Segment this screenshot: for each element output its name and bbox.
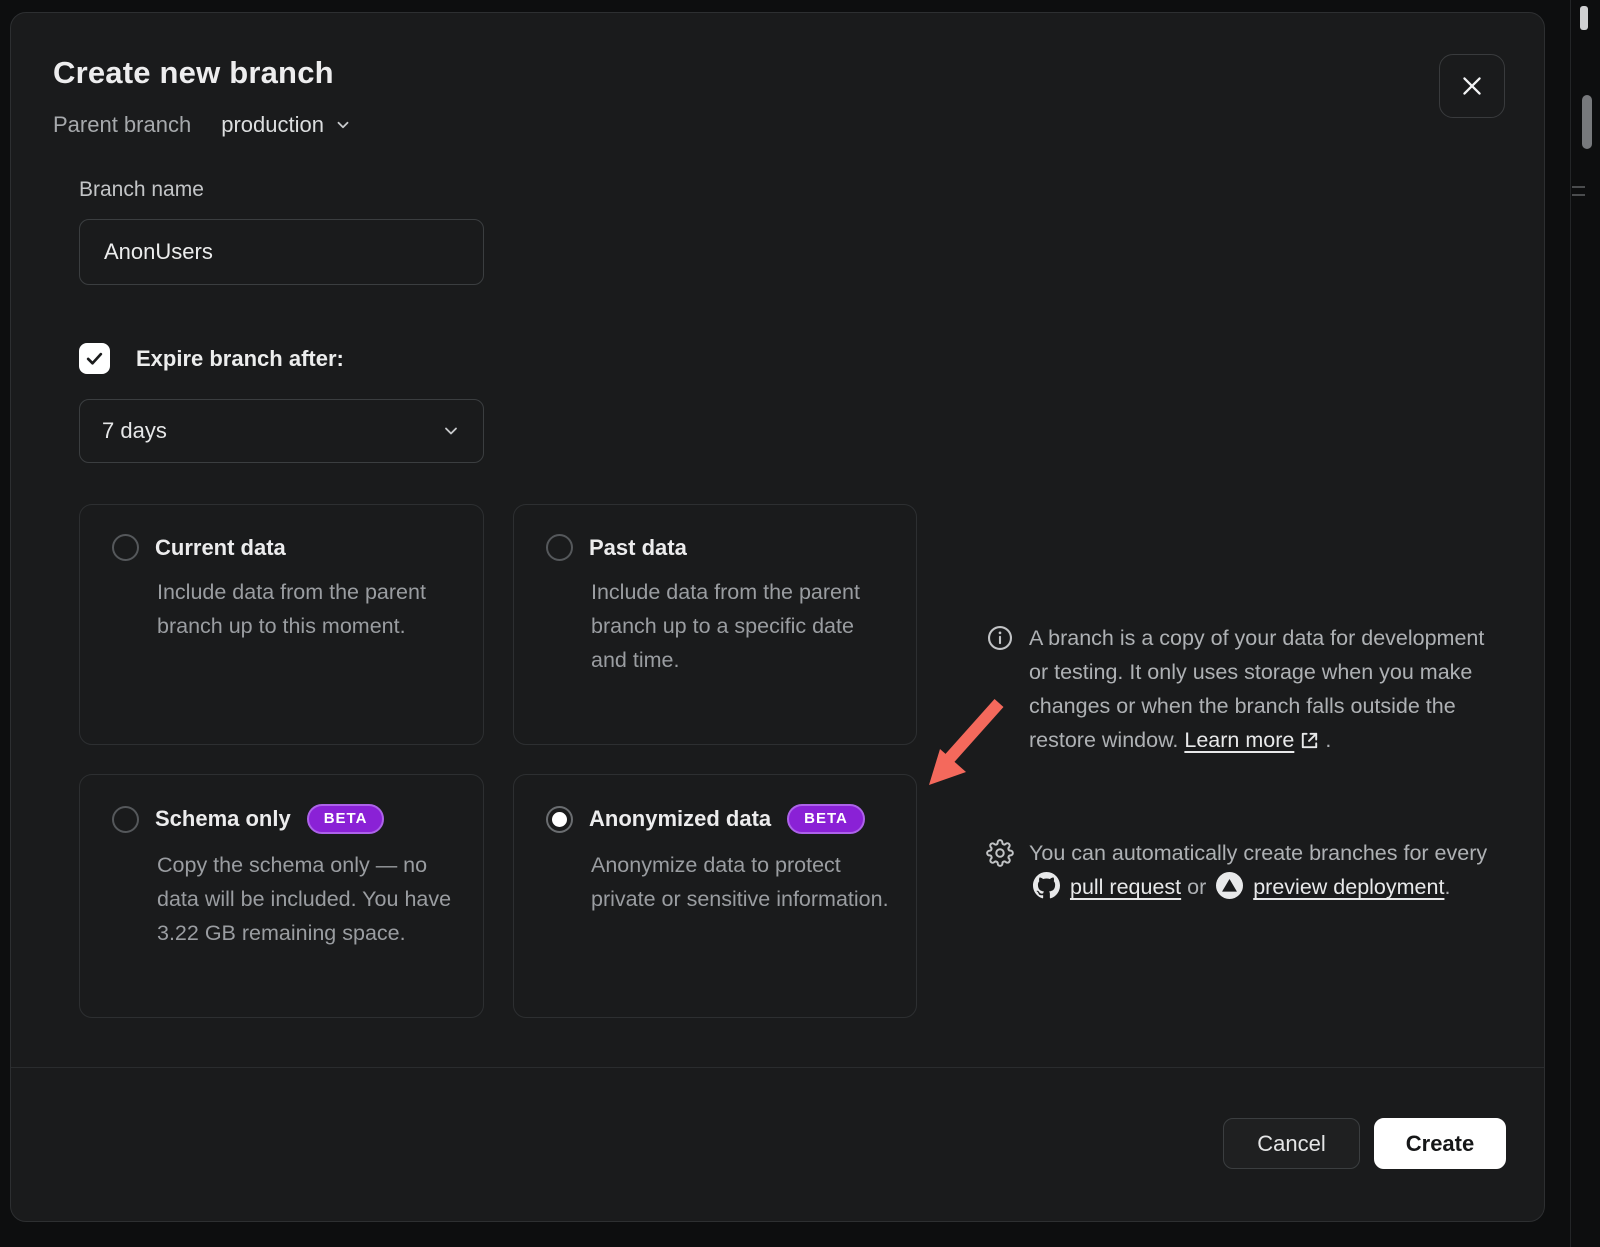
option-title: Schema only <box>155 806 291 832</box>
vercel-icon <box>1216 872 1243 899</box>
create-branch-dialog: Create new branch Parent branch producti… <box>10 12 1545 1222</box>
background-scrollbar-top <box>1580 6 1588 30</box>
or-text: or <box>1187 875 1206 899</box>
branch-name-label: Branch name <box>79 178 204 202</box>
expire-duration-select[interactable]: 7 days <box>79 399 484 463</box>
preview-deployment-link[interactable]: preview deployment <box>1253 875 1444 899</box>
branch-info-note: A branch is a copy of your data for deve… <box>986 621 1498 757</box>
sentence-period: . <box>1444 875 1450 899</box>
background-page-edge <box>1570 0 1571 1247</box>
dialog-title: Create new branch <box>53 55 334 91</box>
cancel-button[interactable]: Cancel <box>1223 1118 1360 1169</box>
footer-divider <box>11 1067 1544 1068</box>
auto-branch-text: You can automatically create branches fo… <box>1029 841 1487 865</box>
beta-badge: BETA <box>307 804 385 834</box>
chevron-down-icon <box>334 116 352 134</box>
parent-branch-select[interactable]: production <box>221 112 352 138</box>
parent-branch-label: Parent branch <box>53 112 191 138</box>
option-title: Anonymized data <box>589 806 771 832</box>
option-description: Copy the schema only — no data will be i… <box>157 848 459 950</box>
option-past-data[interactable]: Past data Include data from the parent b… <box>513 504 917 745</box>
expire-label: Expire branch after: <box>136 346 344 372</box>
expire-row: Expire branch after: <box>79 343 344 374</box>
parent-branch-row: Parent branch production <box>53 112 352 138</box>
background-scrollbar-thumb[interactable] <box>1582 95 1592 149</box>
option-description: Anonymize data to protect private or sen… <box>591 848 892 916</box>
data-options-grid: Current data Include data from the paren… <box>79 504 917 1018</box>
info-icon <box>986 621 1014 757</box>
branch-name-input[interactable] <box>79 219 484 285</box>
expire-checkbox[interactable] <box>79 343 110 374</box>
pull-request-link[interactable]: pull request <box>1070 875 1181 899</box>
auto-branch-note: You can automatically create branches fo… <box>986 836 1498 904</box>
expire-duration-value: 7 days <box>102 418 167 444</box>
create-button[interactable]: Create <box>1374 1118 1506 1169</box>
chevron-down-icon <box>441 421 461 441</box>
option-title: Past data <box>589 535 687 561</box>
footer-actions: Cancel Create <box>1223 1118 1506 1169</box>
option-description: Include data from the parent branch up t… <box>591 575 892 677</box>
radio-unchecked-icon[interactable] <box>112 534 139 561</box>
parent-branch-value: production <box>221 112 324 138</box>
close-button[interactable] <box>1439 54 1505 118</box>
option-title: Current data <box>155 535 286 561</box>
radio-unchecked-icon[interactable] <box>112 806 139 833</box>
radio-unchecked-icon[interactable] <box>546 534 573 561</box>
option-schema-only[interactable]: Schema only BETA Copy the schema only — … <box>79 774 484 1018</box>
checkmark-icon <box>85 349 104 368</box>
option-anonymized-data[interactable]: Anonymized data BETA Anonymize data to p… <box>513 774 917 1018</box>
sentence-period: . <box>1325 728 1331 752</box>
background-text-fragment <box>1572 186 1585 188</box>
screen: Create new branch Parent branch producti… <box>0 0 1600 1247</box>
background-text-fragment <box>1572 194 1585 196</box>
github-icon <box>1033 872 1060 899</box>
external-link-icon[interactable] <box>1298 729 1321 752</box>
option-description: Include data from the parent branch up t… <box>157 575 459 643</box>
beta-badge: BETA <box>787 804 865 834</box>
option-current-data[interactable]: Current data Include data from the paren… <box>79 504 484 745</box>
radio-checked-icon[interactable] <box>546 806 573 833</box>
gear-icon <box>986 836 1014 904</box>
learn-more-link[interactable]: Learn more <box>1184 728 1294 752</box>
close-icon <box>1459 73 1485 99</box>
